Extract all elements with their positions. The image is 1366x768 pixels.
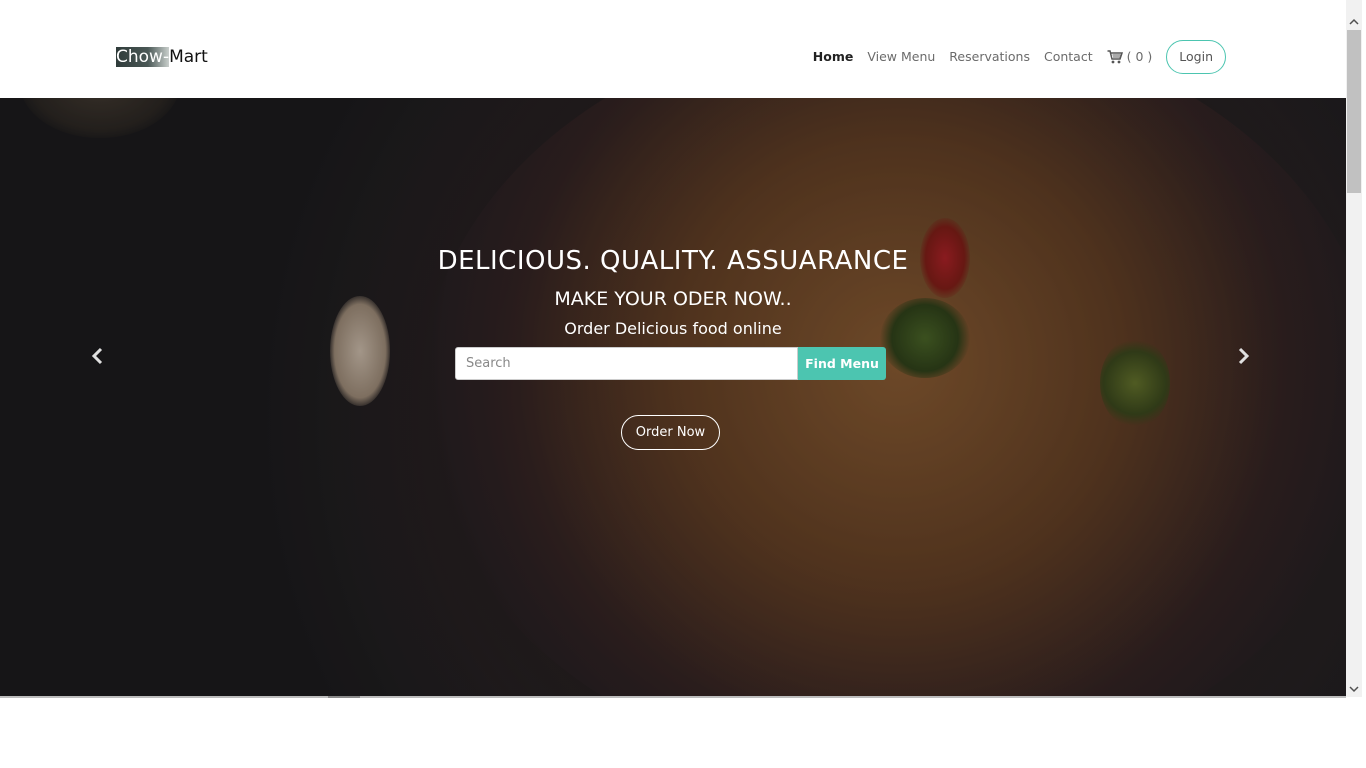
login-button[interactable]: Login	[1166, 39, 1226, 74]
logo-text: Mart	[169, 47, 208, 67]
site-logo[interactable]: Chow-Mart	[116, 46, 208, 68]
cart-icon	[1107, 49, 1123, 63]
page: Chow-Mart Home View Menu Reservations Co…	[0, 0, 1366, 768]
nav-reservations[interactable]: Reservations	[949, 49, 1030, 64]
chevron-right-icon	[1238, 347, 1250, 365]
section-divider	[0, 696, 1346, 698]
chevron-left-icon	[91, 347, 103, 365]
cart-link[interactable]: ( 0 )	[1107, 49, 1153, 64]
site-header: Chow-Mart Home View Menu Reservations Co…	[0, 0, 1346, 98]
logo-highlight: Chow-	[116, 47, 170, 67]
carousel-indicator[interactable]	[328, 696, 360, 698]
hero-carousel: DELICIOUS. QUALITY. ASSUARANCE MAKE YOUR…	[0, 98, 1346, 696]
cart-count: ( 0 )	[1126, 49, 1153, 64]
chevron-down-icon	[1349, 686, 1359, 693]
hero-content: DELICIOUS. QUALITY. ASSUARANCE MAKE YOUR…	[0, 98, 1346, 696]
hero-tagline: Order Delicious food online	[564, 319, 782, 338]
main-nav: Home View Menu Reservations Contact ( 0 …	[799, 39, 1226, 74]
scroll-thumb[interactable]	[1347, 30, 1361, 193]
hero-subtitle: MAKE YOUR ODER NOW..	[554, 288, 792, 310]
carousel-prev-button[interactable]	[86, 344, 110, 368]
carousel-next-button[interactable]	[1231, 344, 1255, 368]
nav-home[interactable]: Home	[813, 49, 854, 64]
hero-title: DELICIOUS. QUALITY. ASSUARANCE	[437, 246, 909, 276]
scroll-down-button[interactable]	[1346, 681, 1362, 697]
find-menu-button[interactable]: Find Menu	[798, 347, 886, 380]
order-now-button[interactable]: Order Now	[621, 415, 720, 450]
scroll-up-button[interactable]	[1346, 14, 1362, 30]
nav-view-menu[interactable]: View Menu	[867, 49, 935, 64]
search-input[interactable]	[455, 347, 798, 380]
nav-contact[interactable]: Contact	[1044, 49, 1093, 64]
chevron-up-icon	[1349, 18, 1359, 25]
page-scrollbar[interactable]	[1346, 0, 1362, 697]
